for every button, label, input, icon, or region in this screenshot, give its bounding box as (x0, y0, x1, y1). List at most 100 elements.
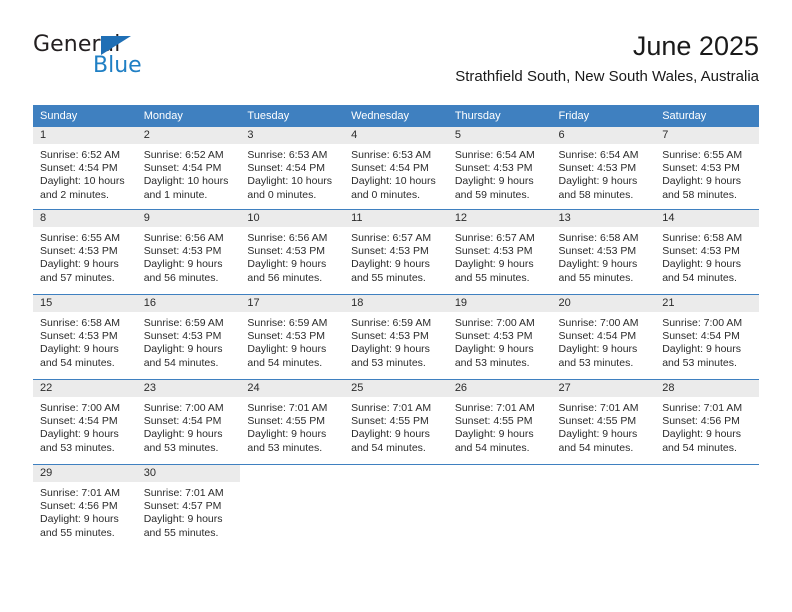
daylight-text-line2: and 56 minutes. (143, 271, 219, 284)
calendar-day-cell (344, 464, 448, 549)
calendar-day-cell[interactable]: 16 Sunrise: 6:59 AM Sunset: 4:53 PM Dayligh… (136, 294, 241, 380)
sunset-text: Sunset: 4:56 PM (662, 415, 740, 428)
calendar-day-cell[interactable]: 19 Sunrise: 7:00 AM Sunset: 4:53 PM Dayligh… (447, 294, 552, 380)
calendar-day-cell[interactable]: 11 Sunrise: 6:57 AM Sunset: 4:53 PM Dayligh… (344, 209, 448, 295)
day-number (344, 465, 448, 482)
calendar-day-cell[interactable]: 14 Sunrise: 6:58 AM Sunset: 4:53 PM Dayligh… (655, 209, 759, 295)
calendar-day-cell[interactable]: 28 Sunrise: 7:01 AM Sunset: 4:56 PM Dayligh… (655, 379, 759, 465)
calendar-week-row: 15 Sunrise: 6:58 AM Sunset: 4:53 PM Dayligh… (33, 294, 759, 380)
day-cell-inner (240, 465, 345, 549)
sunrise-text: Sunrise: 7:00 AM (662, 317, 743, 329)
day-number: 1 (33, 127, 137, 144)
calendar-day-cell[interactable]: 17 Sunrise: 6:59 AM Sunset: 4:53 PM Dayligh… (240, 294, 345, 380)
sunrise-text: Sunrise: 7:01 AM (558, 402, 639, 414)
day-number: 5 (447, 127, 552, 144)
calendar-day-cell[interactable]: 15 Sunrise: 6:58 AM Sunset: 4:53 PM Dayligh… (33, 294, 137, 380)
day-cell-inner: 28 Sunrise: 7:01 AM Sunset: 4:56 PM Dayligh… (655, 380, 759, 464)
calendar-day-cell[interactable]: 10 Sunrise: 6:56 AM Sunset: 4:53 PM Dayligh… (240, 209, 345, 295)
sunset-text: Sunset: 4:53 PM (454, 245, 533, 258)
calendar-day-cell[interactable]: 29 Sunrise: 7:01 AM Sunset: 4:56 PM Dayligh… (33, 464, 137, 549)
day-detail: Sunrise: 6:57 AM Sunset: 4:53 PM Daylight:… (344, 227, 448, 285)
day-detail: Sunrise: 7:00 AM Sunset: 4:54 PM Daylight:… (552, 312, 656, 370)
daylight-text-line1: Daylight: 9 hours (40, 513, 119, 526)
calendar-day-cell[interactable]: 13 Sunrise: 6:58 AM Sunset: 4:53 PM Dayligh… (551, 209, 656, 295)
calendar-day-cell[interactable]: 24 Sunrise: 7:01 AM Sunset: 4:55 PM Dayligh… (240, 379, 345, 465)
daylight-text-line1: Daylight: 9 hours (40, 258, 119, 271)
calendar-day-cell[interactable]: 9 Sunrise: 6:56 AM Sunset: 4:53 PM Daylight… (136, 209, 241, 295)
calendar-day-cell[interactable]: 26 Sunrise: 7:01 AM Sunset: 4:55 PM Dayligh… (447, 379, 552, 465)
sunset-text: Sunset: 4:54 PM (351, 162, 429, 175)
calendar-day-cell[interactable]: 30 Sunrise: 7:01 AM Sunset: 4:57 PM Dayligh… (136, 464, 241, 549)
calendar-day-cell[interactable]: 8 Sunrise: 6:55 AM Sunset: 4:53 PM Daylight… (33, 209, 137, 295)
calendar-day-cell[interactable]: 4 Sunrise: 6:53 AM Sunset: 4:54 PM Daylight… (344, 127, 448, 210)
day-detail: Sunrise: 6:53 AM Sunset: 4:54 PM Daylight:… (240, 144, 344, 202)
day-cell-inner: 14 Sunrise: 6:58 AM Sunset: 4:53 PM Dayligh… (655, 210, 759, 294)
day-number: 24 (240, 380, 345, 397)
calendar-day-cell[interactable]: 6 Sunrise: 6:54 AM Sunset: 4:53 PM Daylight… (551, 127, 656, 210)
daylight-text-line2: and 55 minutes. (454, 271, 530, 284)
weekday-header-tuesday: Tuesday (240, 105, 345, 127)
day-cell-inner: 24 Sunrise: 7:01 AM Sunset: 4:55 PM Dayligh… (240, 380, 345, 464)
sunrise-text: Sunrise: 7:01 AM (247, 402, 328, 414)
day-number (551, 465, 656, 482)
daylight-text-line1: Daylight: 9 hours (247, 343, 327, 356)
sunrise-text: Sunrise: 6:53 AM (247, 149, 328, 161)
day-cell-inner: 4 Sunrise: 6:53 AM Sunset: 4:54 PM Daylight… (344, 127, 448, 209)
day-cell-inner: 21 Sunrise: 7:00 AM Sunset: 4:54 PM Dayligh… (655, 295, 759, 379)
calendar-day-cell[interactable]: 2 Sunrise: 6:52 AM Sunset: 4:54 PM Daylight… (136, 127, 241, 210)
daylight-text-line2: and 58 minutes. (662, 188, 737, 201)
calendar-day-cell[interactable]: 12 Sunrise: 6:57 AM Sunset: 4:53 PM Dayligh… (447, 209, 552, 295)
daylight-text-line1: Daylight: 9 hours (558, 343, 638, 356)
calendar-day-cell[interactable]: 20 Sunrise: 7:00 AM Sunset: 4:54 PM Dayligh… (551, 294, 656, 380)
general-blue-logo[interactable]: General Blue (33, 34, 213, 86)
daylight-text-line2: and 57 minutes. (40, 271, 115, 284)
day-number: 21 (655, 295, 759, 312)
calendar-day-cell[interactable]: 21 Sunrise: 7:00 AM Sunset: 4:54 PM Dayligh… (655, 294, 759, 380)
day-detail (655, 482, 759, 487)
sunrise-text: Sunrise: 6:56 AM (143, 232, 224, 244)
day-detail: Sunrise: 6:58 AM Sunset: 4:53 PM Daylight:… (552, 227, 656, 285)
daylight-text-line2: and 54 minutes. (40, 356, 115, 369)
calendar-day-cell[interactable]: 7 Sunrise: 6:55 AM Sunset: 4:53 PM Daylight… (655, 127, 759, 210)
calendar-day-cell[interactable]: 3 Sunrise: 6:53 AM Sunset: 4:54 PM Daylight… (240, 127, 345, 210)
daylight-text-line2: and 54 minutes. (247, 356, 323, 369)
calendar-day-cell (447, 464, 552, 549)
sunrise-text: Sunrise: 6:59 AM (143, 317, 224, 329)
sunset-text: Sunset: 4:53 PM (558, 162, 637, 175)
calendar-table: Sunday Monday Tuesday Wednesday Thursday… (33, 105, 759, 549)
day-cell-inner: 5 Sunrise: 6:54 AM Sunset: 4:53 PM Daylight… (447, 127, 552, 209)
calendar-day-cell[interactable]: 5 Sunrise: 6:54 AM Sunset: 4:53 PM Daylight… (447, 127, 552, 210)
sunset-text: Sunset: 4:54 PM (247, 162, 326, 175)
day-detail: Sunrise: 6:57 AM Sunset: 4:53 PM Daylight:… (448, 227, 552, 285)
page-subtitle: Strathfield South, New South Wales, Aust… (455, 68, 759, 85)
daylight-text-line1: Daylight: 9 hours (558, 258, 638, 271)
daylight-text-line1: Daylight: 9 hours (40, 428, 119, 441)
sunrise-text: Sunrise: 6:57 AM (454, 232, 535, 244)
sunrise-text: Sunrise: 6:58 AM (40, 317, 120, 329)
day-detail: Sunrise: 7:01 AM Sunset: 4:55 PM Daylight:… (240, 397, 344, 455)
day-number: 6 (551, 127, 656, 144)
weekday-header-friday: Friday (551, 105, 656, 127)
day-detail: Sunrise: 7:00 AM Sunset: 4:54 PM Daylight:… (137, 397, 241, 455)
sunrise-text: Sunrise: 7:00 AM (454, 317, 535, 329)
sunset-text: Sunset: 4:53 PM (662, 162, 740, 175)
calendar-day-cell[interactable]: 23 Sunrise: 7:00 AM Sunset: 4:54 PM Dayligh… (136, 379, 241, 465)
daylight-text-line2: and 58 minutes. (558, 188, 634, 201)
calendar-day-cell[interactable]: 18 Sunrise: 6:59 AM Sunset: 4:53 PM Dayligh… (344, 294, 448, 380)
day-cell-inner (447, 465, 552, 549)
calendar-day-cell[interactable]: 27 Sunrise: 7:01 AM Sunset: 4:55 PM Dayligh… (551, 379, 656, 465)
sunset-text: Sunset: 4:57 PM (143, 500, 222, 513)
day-number: 28 (655, 380, 759, 397)
sunrise-text: Sunrise: 6:57 AM (351, 232, 432, 244)
page-header: General Blue June 2025 Strathfield South… (33, 30, 759, 98)
day-number: 10 (240, 210, 345, 227)
day-number: 4 (344, 127, 448, 144)
calendar-day-cell[interactable]: 25 Sunrise: 7:01 AM Sunset: 4:55 PM Dayligh… (344, 379, 448, 465)
day-number (240, 465, 345, 482)
calendar-day-cell[interactable]: 1 Sunrise: 6:52 AM Sunset: 4:54 PM Daylight… (33, 127, 137, 210)
sunset-text: Sunset: 4:53 PM (351, 245, 429, 258)
calendar-day-cell[interactable]: 22 Sunrise: 7:00 AM Sunset: 4:54 PM Dayligh… (33, 379, 137, 465)
daylight-text-line2: and 53 minutes. (247, 441, 323, 454)
daylight-text-line2: and 0 minutes. (247, 188, 317, 201)
sunset-text: Sunset: 4:53 PM (558, 245, 637, 258)
